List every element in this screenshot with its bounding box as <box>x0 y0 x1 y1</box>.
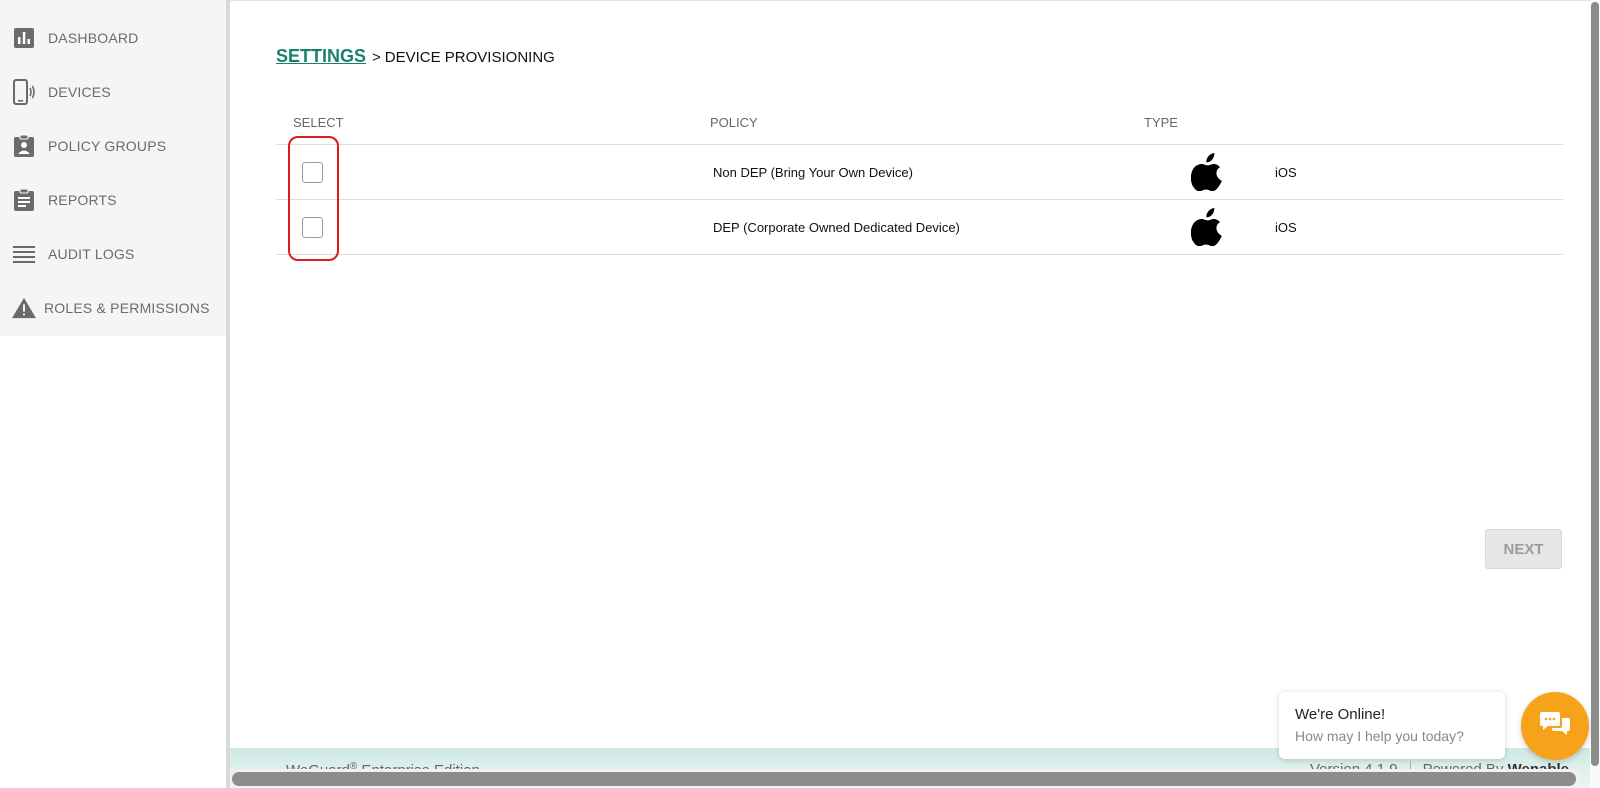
sidebar-item-label: AUDIT LOGS <box>48 246 135 262</box>
sidebar-item-roles-permissions[interactable]: ROLES & PERMISSIONS <box>0 281 226 335</box>
breadcrumb-settings-link[interactable]: SETTINGS <box>276 46 366 67</box>
sidebar: DASHBOARD DEVICES POLICY GROUPS REPORTS … <box>0 0 230 788</box>
sidebar-item-label: ROLES & PERMISSIONS <box>44 300 210 316</box>
chat-title: We're Online! <box>1295 706 1386 723</box>
chat-greeting-bubble[interactable]: We're Online! How may I help you today? <box>1279 692 1505 759</box>
sidebar-item-policy-groups[interactable]: POLICY GROUPS <box>0 119 226 173</box>
policy-name: Non DEP (Bring Your Own Device) <box>713 164 913 180</box>
table-row: Non DEP (Bring Your Own Device) iOS <box>276 145 1563 200</box>
vertical-scrollbar[interactable] <box>1590 0 1600 788</box>
horizontal-scrollbar[interactable] <box>230 769 1580 788</box>
os-type: iOS <box>1275 219 1297 235</box>
column-header-type: TYPE <box>1144 114 1178 130</box>
chat-subtitle: How may I help you today? <box>1295 728 1464 744</box>
os-type: iOS <box>1275 164 1297 180</box>
sidebar-item-label: DASHBOARD <box>48 30 139 46</box>
policy-table: SELECT POLICY TYPE Non DEP (Bring Your O… <box>276 100 1563 255</box>
column-header-select: SELECT <box>293 114 344 130</box>
apple-logo-icon <box>1191 208 1275 246</box>
chat-bubbles-icon <box>1539 710 1571 743</box>
apple-logo-icon <box>1191 153 1275 191</box>
vertical-scrollbar-thumb[interactable] <box>1591 2 1599 766</box>
main-content: SETTINGS > DEVICE PROVISIONING SELECT PO… <box>230 0 1600 788</box>
sidebar-item-label: DEVICES <box>48 84 111 100</box>
top-divider <box>230 0 1590 1</box>
badge-clipboard-icon <box>12 134 36 158</box>
select-cell <box>276 161 713 183</box>
select-cell <box>276 216 713 238</box>
column-header-policy: POLICY <box>710 114 758 130</box>
bar-chart-icon <box>12 26 36 50</box>
sidebar-menu: DASHBOARD DEVICES POLICY GROUPS REPORTS … <box>0 0 226 336</box>
sidebar-item-reports[interactable]: REPORTS <box>0 173 226 227</box>
next-button[interactable]: NEXT <box>1485 529 1562 569</box>
sidebar-item-label: POLICY GROUPS <box>48 138 167 154</box>
table-row: DEP (Corporate Owned Dedicated Device) i… <box>276 200 1563 255</box>
sidebar-item-audit-logs[interactable]: AUDIT LOGS <box>0 227 226 281</box>
horizontal-scrollbar-thumb[interactable] <box>232 772 1576 786</box>
policy-checkbox-dep[interactable] <box>302 216 323 238</box>
list-lines-icon <box>12 242 36 266</box>
policy-name: DEP (Corporate Owned Dedicated Device) <box>713 219 960 235</box>
page-title: DEVICE PROVISIONING <box>384 49 555 66</box>
sidebar-item-label: REPORTS <box>48 192 117 208</box>
chat-launcher-button[interactable] <box>1521 692 1589 760</box>
sidebar-item-devices[interactable]: DEVICES <box>0 65 226 119</box>
breadcrumb: SETTINGS > DEVICE PROVISIONING <box>276 46 555 67</box>
clipboard-icon <box>12 188 36 212</box>
policy-checkbox-non-dep[interactable] <box>302 161 323 183</box>
breadcrumb-separator: > <box>372 49 381 66</box>
mobile-device-icon <box>12 79 36 105</box>
sidebar-item-dashboard[interactable]: DASHBOARD <box>0 11 226 65</box>
warning-triangle-icon <box>12 296 36 320</box>
table-header: SELECT POLICY TYPE <box>276 100 1563 145</box>
